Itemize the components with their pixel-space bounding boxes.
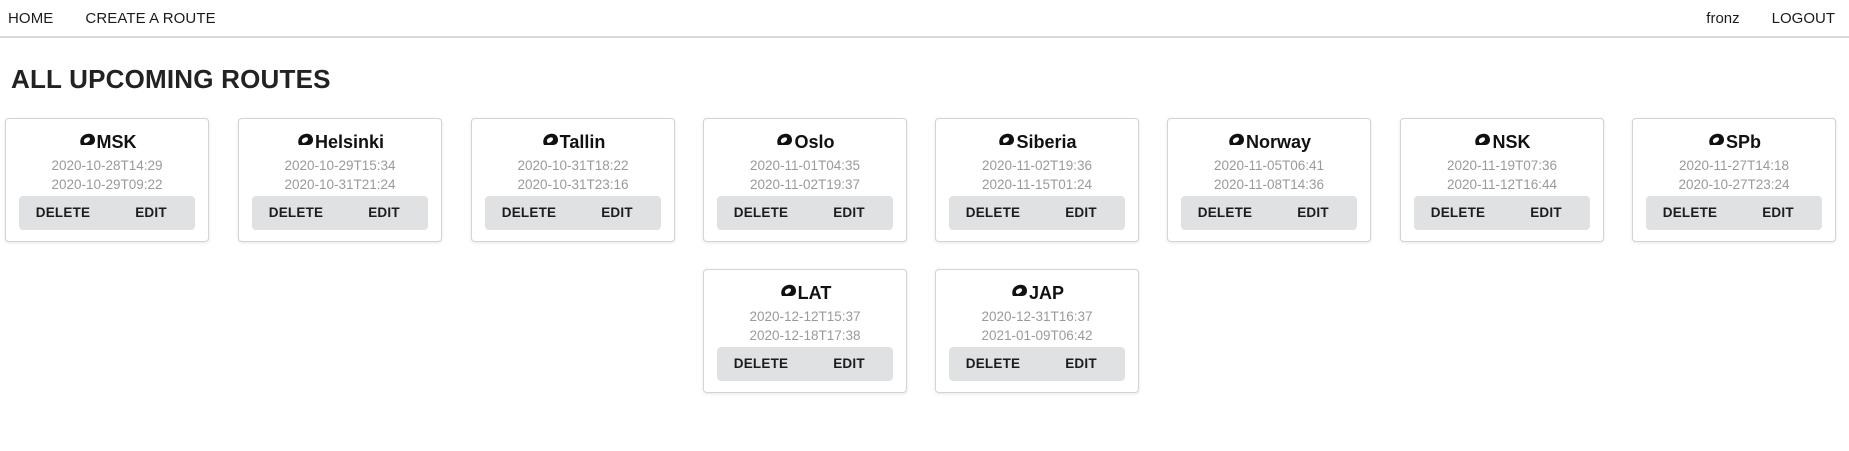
train-icon (78, 131, 97, 153)
edit-button[interactable]: EDIT (1037, 196, 1125, 230)
delete-button[interactable]: DELETE (1181, 196, 1269, 230)
route-start-date: 2020-10-29T15:34 (284, 158, 396, 173)
edit-button[interactable]: EDIT (1037, 347, 1125, 381)
edit-button[interactable]: EDIT (1502, 196, 1590, 230)
route-name: LAT (797, 283, 832, 303)
route-title: Tallin (472, 131, 674, 153)
edit-button[interactable]: EDIT (1269, 196, 1357, 230)
delete-button[interactable]: DELETE (717, 196, 805, 230)
route-title: NSK (1401, 131, 1603, 153)
route-start-date: 2020-10-28T14:29 (51, 158, 163, 173)
route-end-date: 2020-10-31T23:16 (517, 177, 629, 192)
delete-button[interactable]: DELETE (1646, 196, 1734, 230)
route-actions: DELETE EDIT (949, 347, 1125, 381)
route-actions: DELETE EDIT (1181, 196, 1357, 230)
route-actions: DELETE EDIT (1414, 196, 1590, 230)
route-end-date: 2020-12-18T17:38 (749, 328, 861, 343)
route-title: LAT (704, 282, 906, 304)
route-card: MSK 2020-10-28T14:29 2020-10-29T09:22 DELET… (5, 118, 209, 242)
train-icon (1010, 282, 1029, 304)
delete-button[interactable]: DELETE (949, 347, 1037, 381)
route-name: Oslo (794, 132, 835, 152)
route-title: Oslo (704, 131, 906, 153)
nav-left: HOME CREATE A ROUTE (8, 10, 248, 27)
route-title: Norway (1168, 131, 1370, 153)
route-title: Helsinki (239, 131, 441, 153)
nav-create-route-link[interactable]: CREATE A ROUTE (85, 10, 215, 27)
route-actions: DELETE EDIT (949, 196, 1125, 230)
route-name: Norway (1245, 132, 1312, 152)
route-end-date: 2020-10-31T21:24 (284, 177, 396, 192)
route-title: MSK (6, 131, 208, 153)
route-end-date: 2020-11-02T19:37 (749, 177, 861, 192)
route-start-date: 2020-11-02T19:36 (981, 158, 1093, 173)
delete-button[interactable]: DELETE (1414, 196, 1502, 230)
route-start-date: 2020-11-19T07:36 (1446, 158, 1558, 173)
route-name: NSK (1492, 132, 1531, 152)
route-actions: DELETE EDIT (1646, 196, 1822, 230)
route-card: LAT 2020-12-12T15:37 2020-12-18T17:38 DELET… (703, 269, 907, 393)
route-start-date: 2020-12-31T16:37 (981, 309, 1093, 324)
edit-button[interactable]: EDIT (107, 196, 195, 230)
edit-button[interactable]: EDIT (340, 196, 428, 230)
route-card: Helsinki 2020-10-29T15:34 2020-10-31T21:24… (238, 118, 442, 242)
train-icon (1473, 131, 1492, 153)
route-actions: DELETE EDIT (485, 196, 661, 230)
delete-button[interactable]: DELETE (19, 196, 107, 230)
train-icon (541, 131, 560, 153)
route-title: Siberia (936, 131, 1138, 153)
train-icon (1227, 131, 1246, 153)
route-card: SPb 2020-11-27T14:18 2020-10-27T23:24 DELET… (1632, 118, 1836, 242)
route-name: Helsinki (314, 132, 385, 152)
route-start-date: 2020-12-12T15:37 (749, 309, 861, 324)
logout-link[interactable]: LOGOUT (1772, 10, 1835, 27)
route-start-date: 2020-11-05T06:41 (1213, 158, 1325, 173)
route-card: Tallin 2020-10-31T18:22 2020-10-31T23:16 DE… (471, 118, 675, 242)
delete-button[interactable]: DELETE (252, 196, 340, 230)
train-icon (779, 282, 798, 304)
route-actions: DELETE EDIT (717, 196, 893, 230)
delete-button[interactable]: DELETE (717, 347, 805, 381)
route-name: Siberia (1016, 132, 1077, 152)
route-title: SPb (1633, 131, 1835, 153)
edit-button[interactable]: EDIT (805, 196, 893, 230)
edit-button[interactable]: EDIT (573, 196, 661, 230)
train-icon (1707, 131, 1726, 153)
routes-grid: MSK 2020-10-28T14:29 2020-10-29T09:22 DELET… (0, 118, 1849, 418)
route-end-date: 2020-11-15T01:24 (981, 177, 1093, 192)
page-title: ALL UPCOMING ROUTES (11, 64, 331, 94)
route-name: JAP (1028, 283, 1064, 303)
edit-button[interactable]: EDIT (805, 347, 893, 381)
route-start-date: 2020-11-27T14:18 (1678, 158, 1790, 173)
route-card: Siberia 2020-11-02T19:36 2020-11-15T01:24 D… (935, 118, 1139, 242)
route-card: NSK 2020-11-19T07:36 2020-11-12T16:44 DELET… (1400, 118, 1604, 242)
route-card: JAP 2020-12-31T16:37 2021-01-09T06:42 DELET… (935, 269, 1139, 393)
route-end-date: 2021-01-09T06:42 (981, 328, 1093, 343)
route-actions: DELETE EDIT (717, 347, 893, 381)
route-actions: DELETE EDIT (19, 196, 195, 230)
route-start-date: 2020-10-31T18:22 (517, 158, 629, 173)
nav-home-link[interactable]: HOME (8, 10, 53, 27)
route-end-date: 2020-10-29T09:22 (51, 177, 163, 192)
route-card: Norway 2020-11-05T06:41 2020-11-08T14:36 DE… (1167, 118, 1371, 242)
route-title: JAP (936, 282, 1138, 304)
route-name: SPb (1725, 132, 1761, 152)
top-navbar: HOME CREATE A ROUTE fronz LOGOUT (0, 0, 1849, 38)
username-label: fronz (1706, 9, 1740, 27)
route-name: MSK (96, 132, 137, 152)
train-icon (775, 131, 794, 153)
nav-right: fronz LOGOUT (1706, 10, 1841, 27)
train-icon (296, 131, 315, 153)
route-start-date: 2020-11-01T04:35 (749, 158, 861, 173)
delete-button[interactable]: DELETE (949, 196, 1037, 230)
delete-button[interactable]: DELETE (485, 196, 573, 230)
route-end-date: 2020-11-08T14:36 (1213, 177, 1325, 192)
route-name: Tallin (559, 132, 606, 152)
route-end-date: 2020-11-12T16:44 (1446, 177, 1558, 192)
edit-button[interactable]: EDIT (1734, 196, 1822, 230)
train-icon (997, 131, 1016, 153)
route-card: Oslo 2020-11-01T04:35 2020-11-02T19:37 DELE… (703, 118, 907, 242)
route-actions: DELETE EDIT (252, 196, 428, 230)
route-end-date: 2020-10-27T23:24 (1678, 177, 1790, 192)
